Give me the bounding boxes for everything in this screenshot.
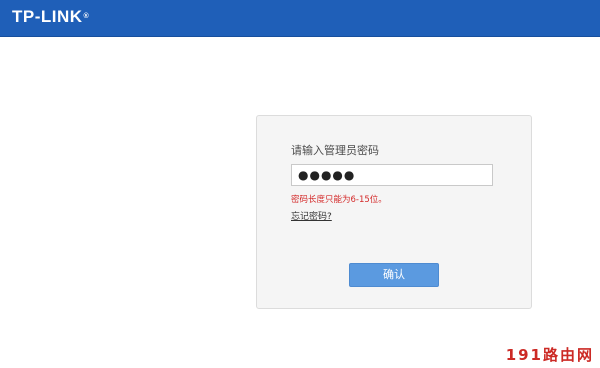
forgot-password-link[interactable]: 忘记密码? [291, 211, 332, 223]
header-bar: TP-LINK® [0, 0, 600, 37]
brand-name: TP-LINK [12, 7, 83, 26]
confirm-button[interactable]: 确认 [349, 263, 439, 287]
password-input[interactable] [291, 164, 493, 186]
tp-link-logo: TP-LINK® [12, 7, 89, 27]
site-watermark: 191路由网 [505, 346, 594, 364]
registered-mark: ® [83, 13, 90, 20]
password-prompt-label: 请输入管理员密码 [291, 144, 379, 157]
password-error-message: 密码长度只能为6-15位。 [291, 195, 387, 205]
login-panel: 请输入管理员密码 密码长度只能为6-15位。 忘记密码? 确认 [256, 115, 532, 309]
